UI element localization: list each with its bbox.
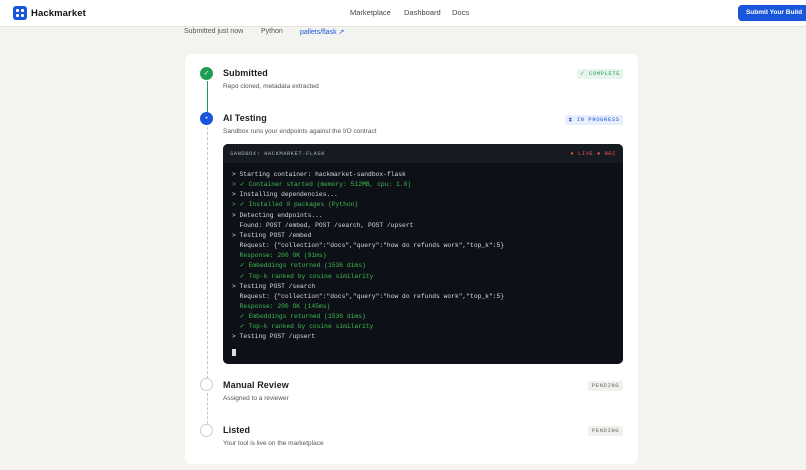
- logo-grid-icon: [13, 6, 27, 20]
- status-badge-label: IN PROGRESS: [576, 116, 620, 123]
- hourglass-icon: ⧗: [568, 116, 577, 123]
- brand-logo[interactable]: Hackmarket: [13, 6, 86, 20]
- top-nav-bar: Hackmarket Marketplace Dashboard Docs Su…: [0, 0, 806, 27]
- step-title-ai-testing: AI Testing: [223, 113, 267, 123]
- step-title-listed: Listed: [223, 425, 251, 435]
- terminal-line: ✓ Embeddings returned (1536 dims): [232, 262, 366, 270]
- terminal-line: Response: 200 OK (145ms): [232, 302, 331, 310]
- pending-circle-icon: [200, 424, 213, 437]
- terminal-line: > Testing POST /search: [232, 282, 316, 290]
- nav-dashboard[interactable]: Dashboard: [404, 8, 441, 17]
- step-desc-manual-review: Assigned to a reviewer: [223, 395, 289, 402]
- repo-language: Python: [261, 28, 283, 35]
- terminal-line: Request: {"collection":"docs","query":"h…: [232, 292, 505, 300]
- step-title-manual-review: Manual Review: [223, 380, 289, 390]
- nav-marketplace[interactable]: Marketplace: [350, 8, 391, 17]
- terminal-line: Found: POST /embed, POST /search, POST /…: [232, 221, 414, 229]
- terminal-line: > Testing POST /upsert: [232, 333, 316, 341]
- check-icon: ✓: [200, 67, 213, 80]
- terminal-line: > ✓ Container started (memory: 512MB, cp…: [232, 181, 412, 189]
- terminal-line: > Testing POST /embed: [232, 231, 312, 239]
- step-desc-listed: Your tool is live on the marketplace: [223, 440, 324, 447]
- terminal-line: > Starting container: hackmarket-sandbox…: [232, 171, 406, 178]
- timeline-connector-pending: [206, 127, 208, 379]
- status-badge-complete: ✓ COMPLETE: [577, 69, 623, 79]
- repo-link[interactable]: pallets/flask ↗: [300, 28, 344, 36]
- status-badge-pending: PENDING: [588, 381, 623, 391]
- status-badge-in-progress: ⧗ IN PROGRESS: [565, 115, 623, 125]
- terminal-line: ✓ Embeddings returned (1536 dims): [232, 313, 366, 321]
- submit-build-button[interactable]: Submit Your Build: [738, 5, 806, 21]
- step-desc-ai-testing: Sandbox runs your endpoints against the …: [223, 128, 377, 135]
- terminal-line: > ✓ Installed 0 packages (Python): [232, 201, 359, 209]
- step-title-submitted: Submitted: [223, 68, 268, 78]
- meta-separator: ·: [289, 28, 292, 35]
- live-rec-indicator: ● LIVE ● REC: [570, 150, 616, 157]
- terminal-cursor: [232, 349, 236, 356]
- terminal-title: SANDBOX: HACKMARKET-FLASK: [230, 150, 326, 157]
- progress-dot-icon: •: [200, 112, 213, 125]
- terminal-line: > Detecting endpoints...: [232, 211, 323, 219]
- step-desc-submitted: Repo cloned, metadata extracted: [223, 83, 319, 90]
- pending-circle-icon: [200, 378, 213, 391]
- sandbox-terminal[interactable]: SANDBOX: HACKMARKET-FLASK ● LIVE ● REC >…: [223, 144, 623, 364]
- terminal-line: ✓ Top-k ranked by cosine similarity: [232, 323, 374, 331]
- timeline-connector-pending: [206, 393, 208, 424]
- terminal-line: > Installing dependencies...: [232, 191, 338, 199]
- terminal-line: Response: 200 OK (91ms): [232, 252, 327, 260]
- meta-separator: ·: [250, 28, 253, 35]
- submitted-time: Submitted just now: [184, 28, 244, 35]
- terminal-line: ✓ Top-k ranked by cosine similarity: [232, 272, 374, 280]
- status-badge-pending: PENDING: [588, 426, 623, 436]
- build-status-card: ✓ Submitted Repo cloned, metadata extrac…: [185, 54, 638, 464]
- brand-name: Hackmarket: [31, 7, 86, 19]
- nav-docs[interactable]: Docs: [452, 8, 469, 17]
- terminal-header: SANDBOX: HACKMARKET-FLASK ● LIVE ● REC: [223, 144, 623, 163]
- terminal-line: Request: {"collection":"docs","query":"h…: [232, 242, 505, 250]
